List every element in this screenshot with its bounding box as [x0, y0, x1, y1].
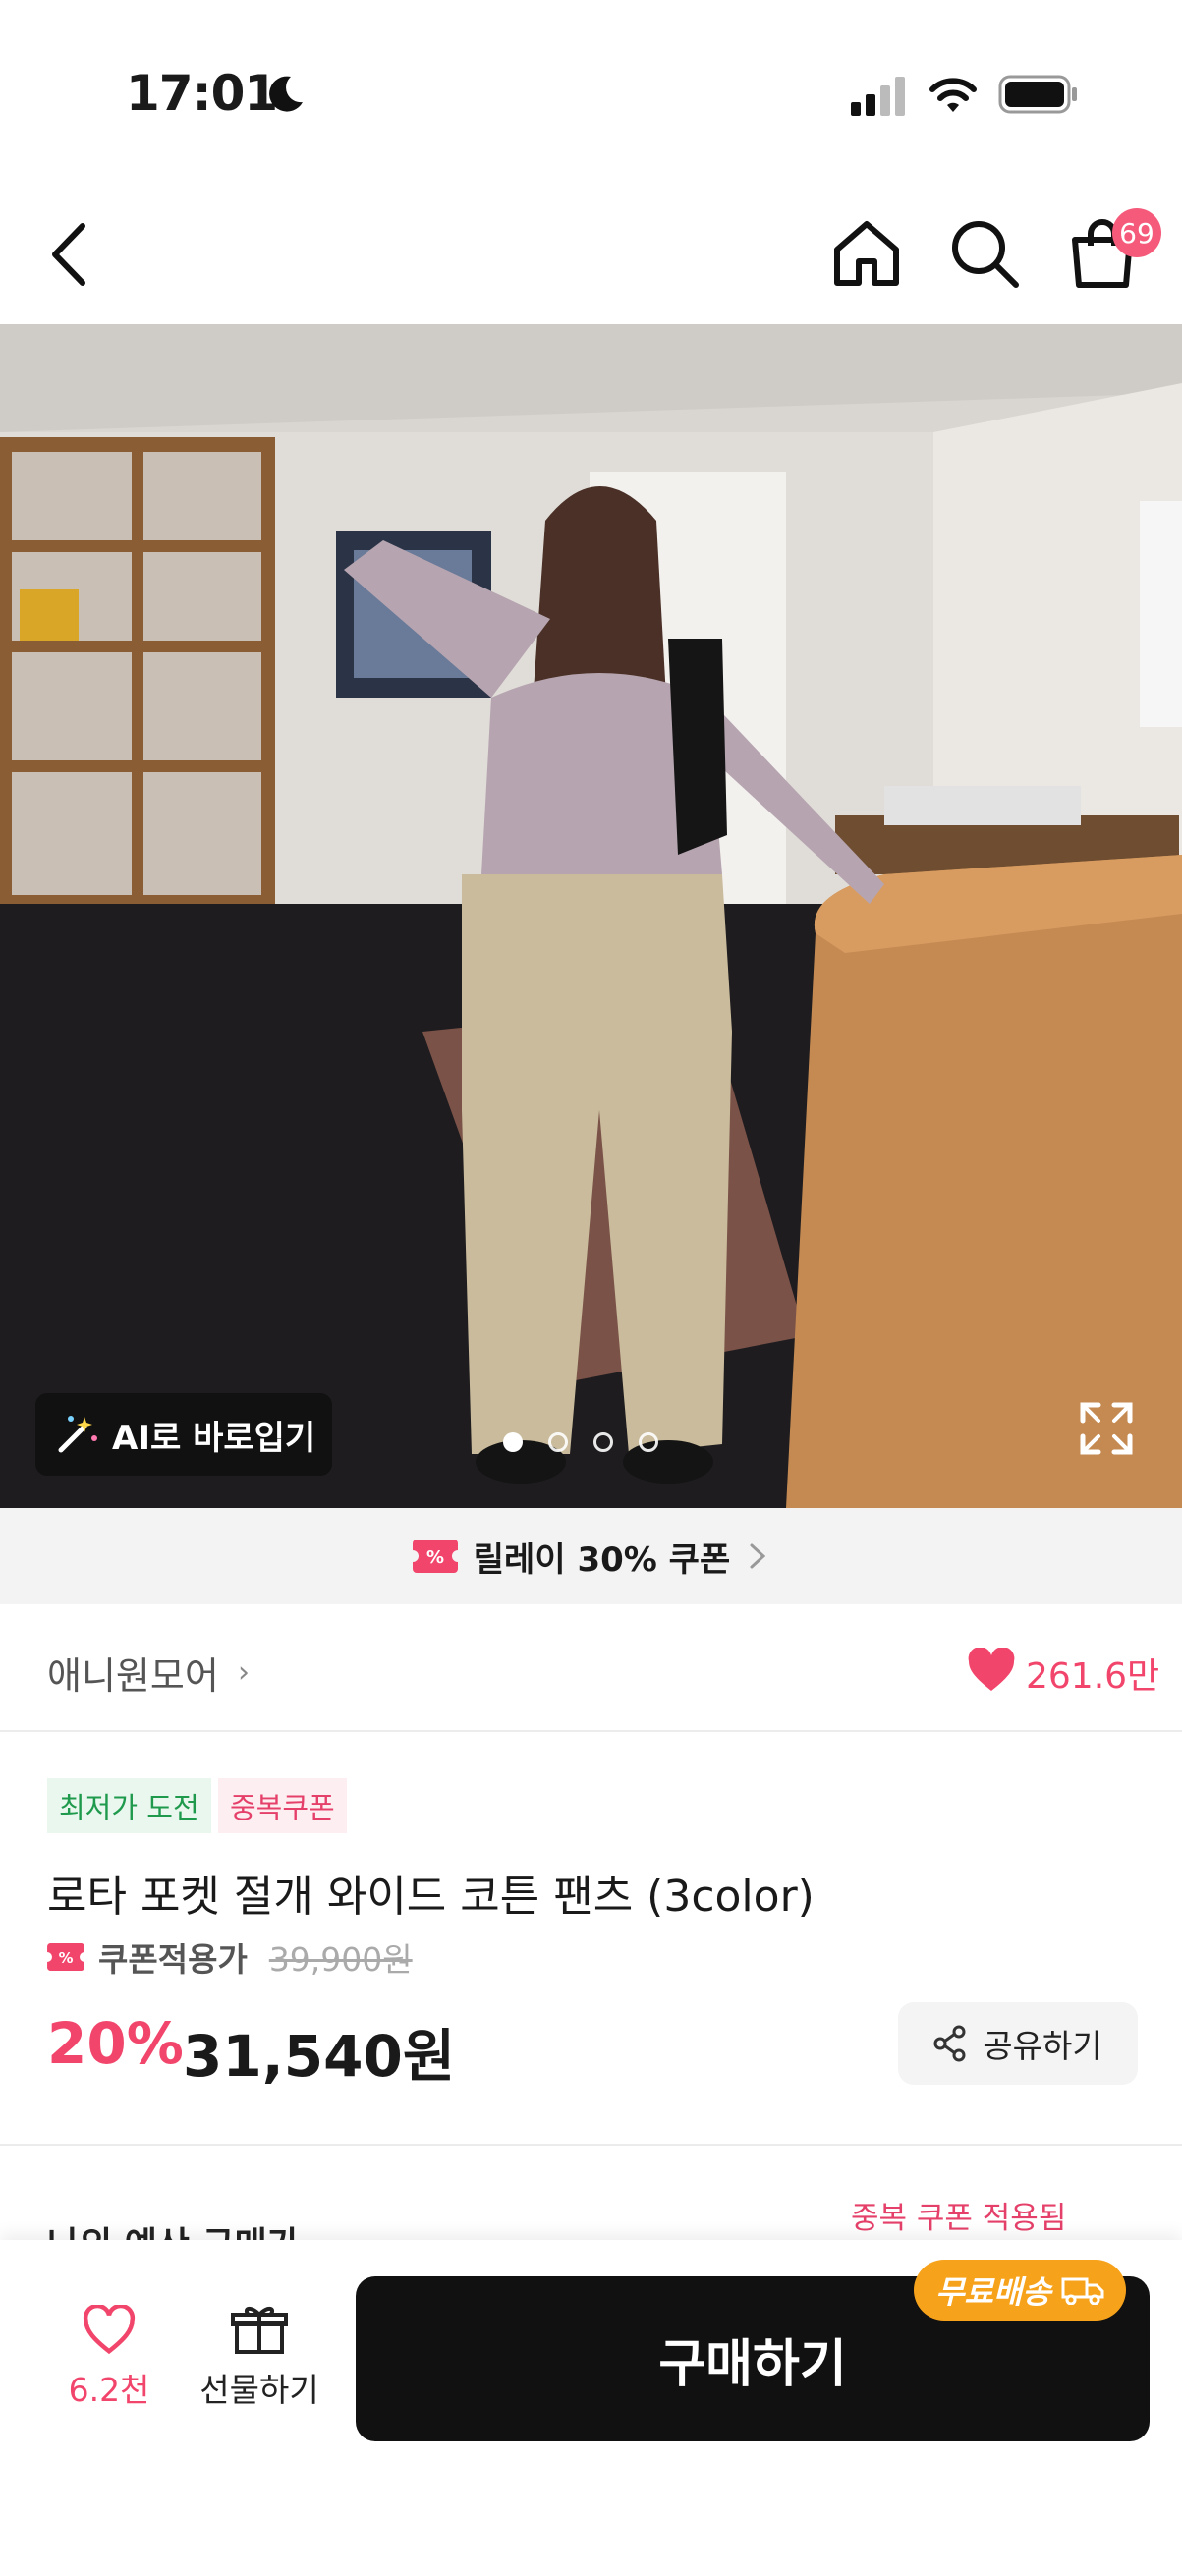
back-arrow-icon[interactable] — [45, 220, 94, 289]
product-image[interactable] — [0, 324, 1182, 1508]
share-button[interactable]: 공유하기 — [898, 2002, 1138, 2085]
svg-text:%: % — [59, 1950, 74, 1967]
carousel-dot[interactable] — [548, 1432, 568, 1452]
product-photo — [0, 324, 1182, 1508]
relay-coupon-label: 릴레이 30% 쿠폰 — [473, 1540, 731, 1580]
home-icon[interactable] — [829, 216, 904, 291]
coupon-price-row: % 쿠폰적용가 39,900원 — [47, 1933, 413, 1981]
wifi-icon — [929, 78, 977, 112]
cart-count-badge: 69 — [1112, 208, 1161, 257]
chevron-right-icon[interactable]: › — [238, 1655, 250, 1690]
store-row: 애니원모어 › 261.6만 — [0, 1604, 1182, 1732]
carousel-dot[interactable] — [639, 1432, 658, 1452]
discount-rate: 20% — [47, 2010, 184, 2077]
store-heart-icon[interactable] — [967, 1648, 1016, 1693]
signal-icon — [851, 77, 905, 116]
chevron-right-icon — [750, 1543, 766, 1569]
lowest-price-tag: 최저가 도전 — [47, 1778, 211, 1833]
carousel-dot[interactable] — [593, 1432, 613, 1452]
ai-try-on-button[interactable]: AI로 바로입기 — [35, 1393, 332, 1476]
duplicate-coupon-applied: 중복 쿠폰 적용됨 — [851, 2201, 1067, 2236]
status-time: 17:01 — [126, 65, 278, 122]
moon-icon — [269, 76, 303, 112]
wishlist-count: 6.2천 — [68, 2371, 150, 2409]
free-shipping-label: 무료배송 — [935, 2273, 1051, 2311]
budget-price-label: 나의 예산 구매가 — [47, 2216, 300, 2240]
original-price: 39,900원 — [268, 1940, 413, 1979]
ai-try-on-label: AI로 바로입기 — [112, 1418, 316, 1458]
store-name-link[interactable]: 애니원모어 — [47, 1646, 219, 1700]
expand-icon[interactable] — [1077, 1399, 1136, 1458]
carousel-dot[interactable] — [503, 1432, 523, 1452]
heart-outline-icon — [83, 2305, 136, 2355]
product-title: 로타 포켓 절개 와이드 코튼 팬츠 (3color) — [47, 1872, 815, 1922]
search-icon[interactable] — [947, 216, 1022, 291]
gift-button[interactable]: 선물하기 — [193, 2305, 326, 2411]
magic-wand-icon — [58, 1416, 97, 1453]
duplicate-coupon-tag: 중복쿠폰 — [218, 1778, 347, 1833]
wishlist-button[interactable]: 6.2천 — [55, 2305, 163, 2411]
relay-coupon-banner[interactable]: % 릴레이 30% 쿠폰 — [0, 1508, 1182, 1604]
store-like-count: 261.6만 — [1026, 1656, 1160, 1697]
battery-icon — [998, 75, 1077, 114]
coupon-price-label: 쿠폰적용가 — [98, 1940, 248, 1979]
status-bar: 17:01 — [0, 0, 1182, 187]
coupon-icon: % — [412, 1540, 458, 1573]
coupon-icon: % — [47, 1943, 84, 1971]
gift-icon — [231, 2307, 288, 2354]
share-label: 공유하기 — [983, 2027, 1102, 2065]
top-nav — [0, 187, 1182, 324]
svg-text:%: % — [426, 1547, 444, 1568]
truck-icon — [1061, 2277, 1104, 2305]
carousel-indicator — [503, 1432, 658, 1452]
free-shipping-badge: 무료배송 — [914, 2260, 1126, 2321]
share-icon — [933, 2025, 966, 2062]
sale-price: 31,540원 — [183, 2023, 456, 2090]
section-divider — [0, 2144, 1182, 2146]
gift-label: 선물하기 — [199, 2371, 319, 2409]
